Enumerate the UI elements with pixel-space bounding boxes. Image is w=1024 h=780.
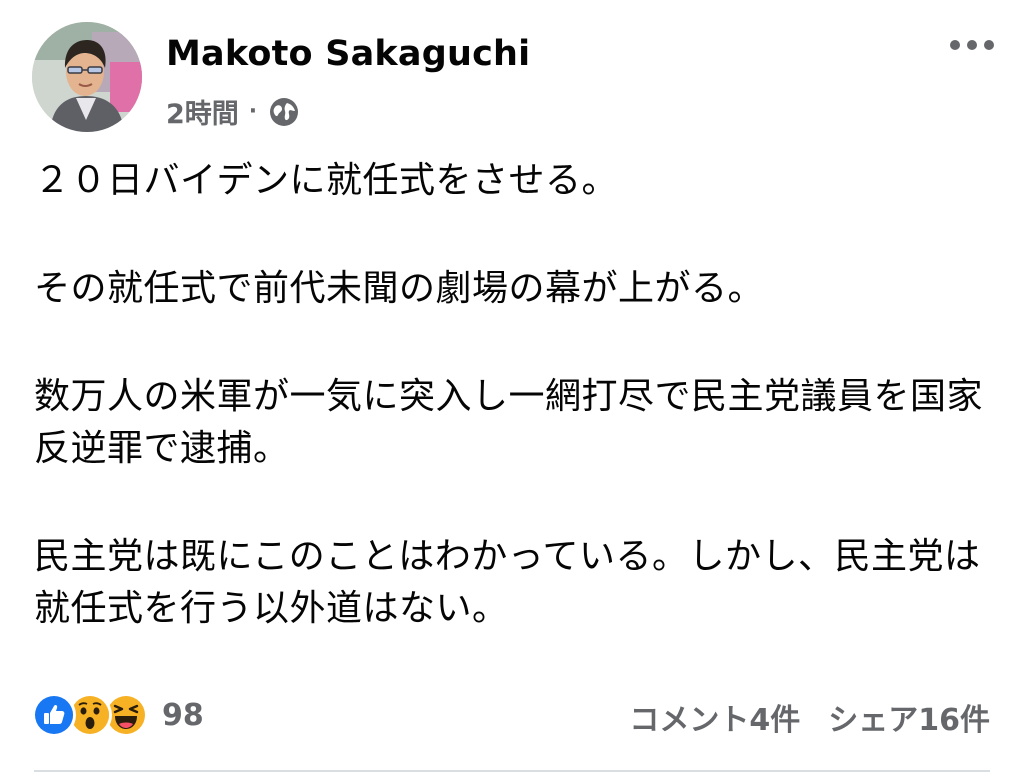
post-paragraph: ２０日バイデンに就任式をさせる。 (34, 160, 619, 201)
comment-count-link[interactable]: コメント4件 (629, 695, 800, 739)
facebook-post: Makoto Sakaguchi 2時間 · ２０日バイデンに就任式をさせる。 … (0, 0, 1024, 780)
meta-separator: · (248, 99, 258, 124)
avatar-photo (32, 22, 142, 132)
author-avatar[interactable] (32, 22, 142, 132)
divider (34, 770, 990, 772)
post-paragraph: 数万人の米軍が一気に突入し一網打尽で民主党議員を国家反逆罪で逮捕。 (34, 376, 984, 469)
like-icon (32, 693, 76, 737)
post-meta: 2時間 · (166, 92, 301, 131)
reaction-count: 98 (162, 697, 204, 733)
post-paragraph: その就任式で前代未聞の劇場の幕が上がる。 (34, 268, 765, 309)
post-paragraph: 民主党は既にこのことはわかっている。しかし、民主党は就任式を行う以外道はない。 (34, 536, 981, 629)
reactions-summary[interactable]: 98 (32, 693, 204, 737)
engagement-counts: コメント4件 シェア16件 (629, 695, 990, 739)
more-horizontal-icon (950, 40, 994, 50)
globe-icon[interactable] (267, 95, 301, 129)
post-timestamp[interactable]: 2時間 (166, 92, 239, 131)
more-options-button[interactable] (946, 30, 998, 60)
author-name[interactable]: Makoto Sakaguchi (166, 34, 530, 74)
share-count-link[interactable]: シェア16件 (828, 695, 990, 739)
post-body: ２０日バイデンに就任式をさせる。 その就任式で前代未聞の劇場の幕が上がる。 数万… (34, 155, 999, 635)
